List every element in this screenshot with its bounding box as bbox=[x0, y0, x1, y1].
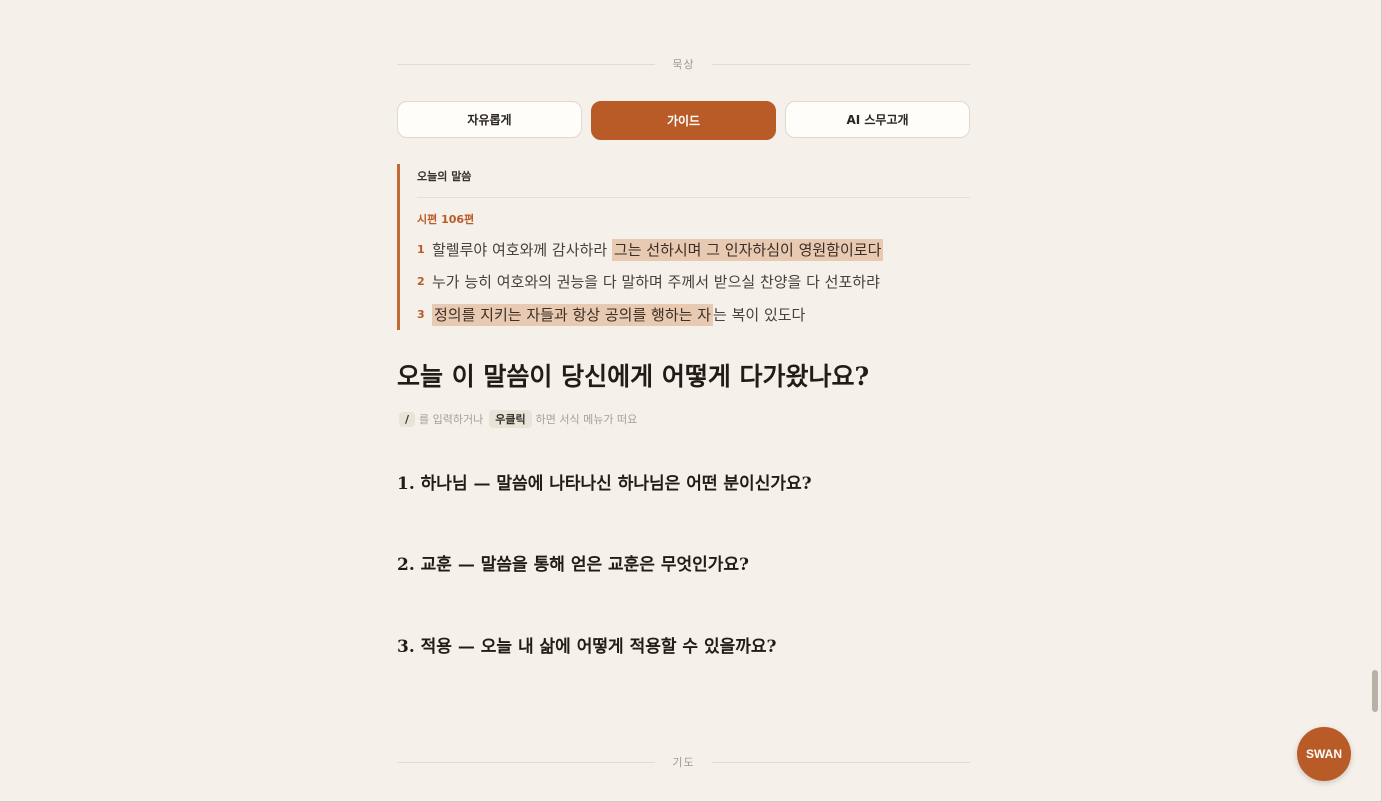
tab-guide[interactable]: 가이드 bbox=[591, 101, 776, 140]
verse: 1 할렐루야 여호와께 감사하라 그는 선하시며 그 인자하심이 영원함이로다 bbox=[417, 236, 884, 262]
verse: 2 누가 능히 여호와의 권능을 다 말하며 주께서 받으실 찬양을 다 선포하… bbox=[417, 268, 880, 294]
verse-highlight[interactable]: 정의를 지키는 자들과 항상 공의를 행하는 자 bbox=[432, 303, 714, 326]
divider-line bbox=[711, 63, 970, 65]
hint-key-right-click: 우클릭 bbox=[489, 410, 532, 428]
divider-line bbox=[397, 761, 656, 763]
hint-text: 하면 서식 메뉴가 떠요 bbox=[535, 413, 638, 426]
section-divider-meditation: 묵상 bbox=[397, 57, 970, 71]
verse-text: 할렐루야 여호와께 감사하라 그는 선하시며 그 인자하심이 영원함이로다 bbox=[432, 238, 884, 261]
scripture-block: 오늘의 말씀 시편 106편 1 할렐루야 여호와께 감사하라 그는 선하시며 … bbox=[397, 164, 970, 330]
section-divider-prayer: 기도 bbox=[397, 755, 970, 769]
hint-text: 를 입력하거나 bbox=[419, 413, 484, 426]
prompt-application[interactable]: 3. 적용 — 오늘 내 삶에 어떻게 적용할 수 있을까요? bbox=[397, 632, 777, 657]
scripture-separator bbox=[417, 197, 970, 198]
section-label: 묵상 bbox=[672, 58, 695, 71]
verse: 3 정의를 지키는 자들과 항상 공의를 행하는 자는 복이 있도다 bbox=[417, 301, 805, 327]
mode-tabs: 자유롭게 가이드 AI 스무고개 bbox=[397, 101, 970, 140]
divider-line bbox=[711, 761, 970, 763]
verse-number: 3 bbox=[417, 307, 425, 321]
verse-text: 누가 능히 여호와의 권능을 다 말하며 주께서 받으실 찬양을 다 선포하랴 bbox=[432, 271, 880, 292]
divider-line bbox=[397, 63, 656, 65]
verse-plain: 할렐루야 여호와께 감사하라 bbox=[432, 240, 612, 259]
verse-plain: 누가 능히 여호와의 권능을 다 말하며 주께서 받으실 찬양을 다 선포하랴 bbox=[432, 272, 880, 291]
scrollbar[interactable] bbox=[1370, 0, 1380, 800]
scripture-reference: 시편 106편 bbox=[417, 213, 475, 226]
verse-text: 정의를 지키는 자들과 항상 공의를 행하는 자는 복이 있도다 bbox=[432, 303, 806, 326]
hint-key-slash: / bbox=[399, 411, 416, 427]
reflection-question: 오늘 이 말씀이 당신에게 어떻게 다가왔나요? bbox=[397, 362, 870, 391]
verse-number: 2 bbox=[417, 274, 425, 288]
verse-number: 1 bbox=[417, 242, 425, 256]
verse-highlight[interactable]: 그는 선하시며 그 인자하심이 영원함이로다 bbox=[611, 238, 884, 261]
tab-ai-twenty-questions[interactable]: AI 스무고개 bbox=[785, 101, 970, 138]
page: 묵상 자유롭게 가이드 AI 스무고개 오늘의 말씀 시편 106편 1 할렐루… bbox=[0, 0, 1382, 802]
verse-rest: 는 복이 있도다 bbox=[713, 305, 806, 324]
scrollbar-thumb[interactable] bbox=[1372, 670, 1378, 712]
editor-hint: / 를 입력하거나 우클릭 하면 서식 메뉴가 떠요 bbox=[397, 410, 637, 428]
tab-free[interactable]: 자유롭게 bbox=[397, 101, 582, 138]
prompt-god[interactable]: 1. 하나님 — 말씀에 나타나신 하나님은 어떤 분이신가요? bbox=[397, 469, 812, 494]
scripture-heading: 오늘의 말씀 bbox=[417, 170, 472, 183]
swan-fab-button[interactable]: SWAN bbox=[1297, 727, 1351, 781]
prompt-lesson[interactable]: 2. 교훈 — 말씀을 통해 얻은 교훈은 무엇인가요? bbox=[397, 550, 749, 575]
section-label: 기도 bbox=[672, 756, 695, 769]
